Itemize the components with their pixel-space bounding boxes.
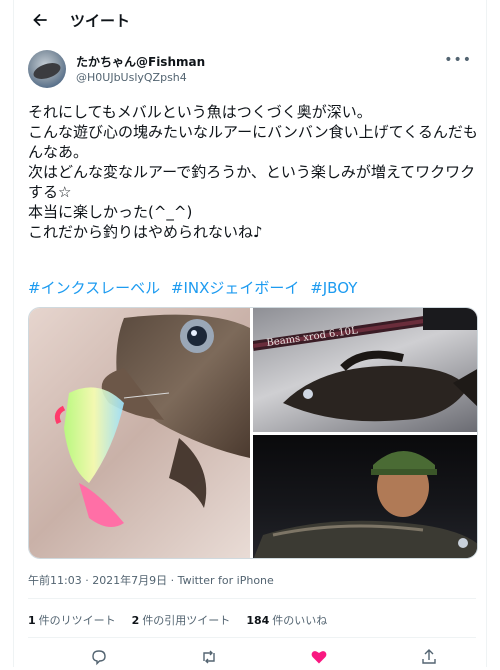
top-bar: ツイート	[14, 0, 486, 40]
photo-angler-night[interactable]	[253, 435, 477, 558]
back-arrow-icon[interactable]	[30, 10, 50, 30]
tweet-detail-page: ツイート たかちゃん@Fishman @H0UJbUslyQZpsh4 ••• …	[13, 0, 487, 667]
hashtag-link[interactable]: #JBOY	[310, 279, 357, 297]
engagement-stats: 1 件のリツイート 2 件の引用ツイート 184 件のいいね	[28, 612, 327, 628]
tweet-text: それにしてもメバルという魚はつくづく奥が深い。 こんな遊び心の塊みたいなルアーに…	[28, 103, 478, 241]
rod-label: Beams xrod 6.10L	[266, 325, 359, 349]
more-icon[interactable]: •••	[444, 52, 472, 68]
hashtag-link[interactable]: #INXジェイボーイ	[171, 279, 300, 297]
avatar[interactable]	[28, 50, 66, 88]
author-name[interactable]: たかちゃん@Fishman	[76, 53, 205, 70]
quote-tweet-count[interactable]: 2 件の引用ツイート	[132, 612, 231, 628]
tweet-timestamp[interactable]: 午前11:03 · 2021年7月9日 · Twitter for iPhone	[28, 572, 274, 588]
photo-fish-on-rod[interactable]: Beams xrod 6.10L	[253, 308, 477, 432]
author-handle[interactable]: @H0UJbUslyQZpsh4	[76, 71, 187, 84]
hashtags: #インクスレーベル #INXジェイボーイ #JBOY	[28, 278, 363, 298]
retweet-count[interactable]: 1 件のリツイート	[28, 612, 116, 628]
divider	[28, 637, 476, 638]
tweet-header: たかちゃん@Fishman @H0UJbUslyQZpsh4 •••	[28, 50, 474, 90]
media-grid: Beams xrod 6.10L	[28, 307, 478, 559]
photo-fish-with-lure[interactable]	[29, 308, 250, 558]
divider	[28, 598, 476, 599]
page-title: ツイート	[70, 11, 131, 30]
hashtag-link[interactable]: #インクスレーベル	[28, 279, 160, 297]
like-count[interactable]: 184 件のいいね	[246, 612, 327, 628]
